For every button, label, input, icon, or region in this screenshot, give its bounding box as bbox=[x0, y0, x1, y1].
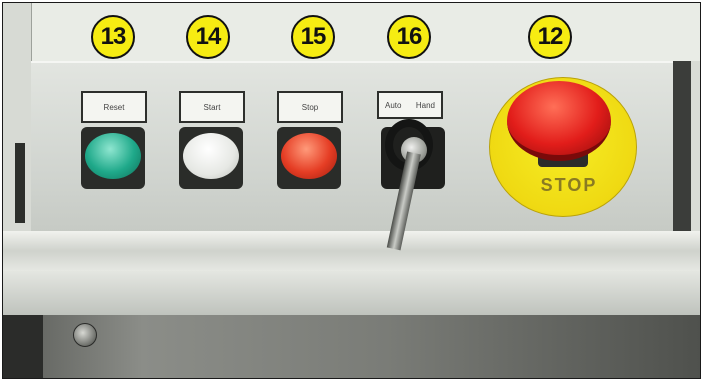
start-label: Start bbox=[203, 102, 221, 112]
callout-14: 14 bbox=[186, 15, 230, 59]
reset-label-plate: Reset bbox=[81, 91, 147, 123]
mode-label-plate: Auto Hand bbox=[377, 91, 443, 119]
hand-label: Hand bbox=[415, 100, 435, 110]
rail-upper bbox=[3, 231, 700, 272]
start-button[interactable] bbox=[183, 133, 239, 179]
reset-label: Reset bbox=[103, 102, 125, 112]
stop-label-plate: Stop bbox=[277, 91, 343, 123]
stop-button[interactable] bbox=[281, 133, 337, 179]
rail-lower bbox=[3, 271, 700, 317]
callout-15: 15 bbox=[291, 15, 335, 59]
emergency-stop-text: STOP bbox=[540, 175, 598, 195]
callout-16: 16 bbox=[387, 15, 431, 59]
reset-button[interactable] bbox=[85, 133, 141, 179]
callout-13: 13 bbox=[91, 15, 135, 59]
stop-label: Stop bbox=[301, 102, 319, 112]
emergency-stop-button[interactable] bbox=[507, 81, 611, 161]
left-bracket bbox=[15, 143, 25, 223]
bolt-icon bbox=[73, 323, 97, 347]
base-shadow bbox=[3, 315, 43, 378]
machine-base bbox=[3, 315, 700, 378]
photo-frame: 13 14 15 16 12 Reset Start Stop Auto Han… bbox=[2, 2, 701, 379]
auto-label: Auto bbox=[385, 100, 402, 110]
callout-12: 12 bbox=[528, 15, 572, 59]
start-label-plate: Start bbox=[179, 91, 245, 123]
panel-edge bbox=[673, 61, 691, 231]
